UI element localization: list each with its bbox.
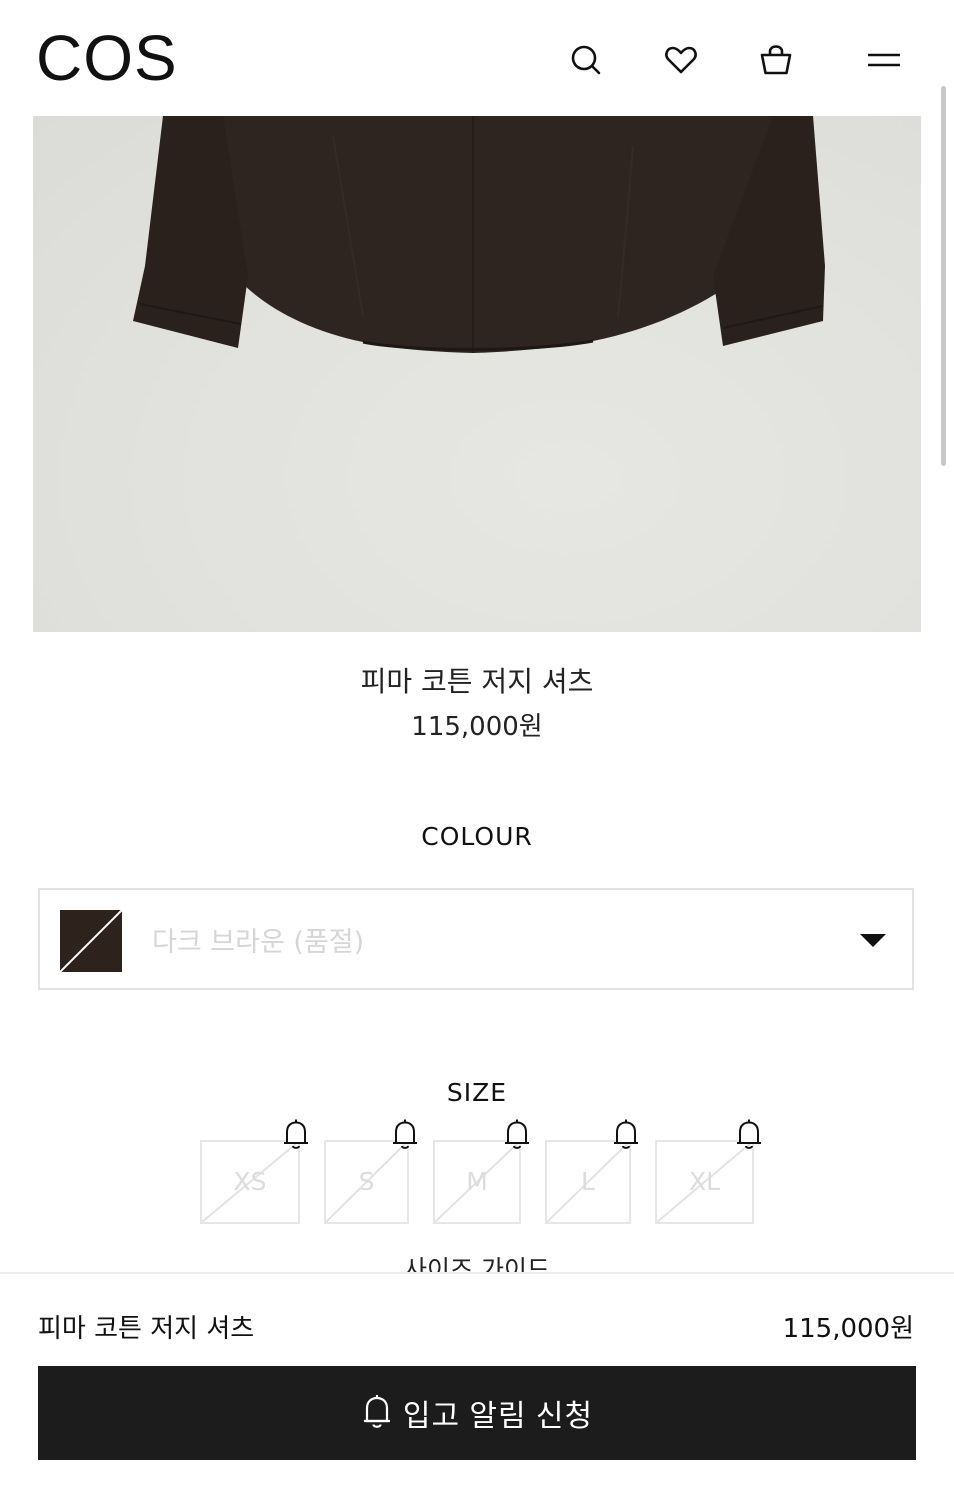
size-option-label: S <box>358 1167 375 1196</box>
colour-selected-value: 다크 브라운 (품절) <box>152 927 365 958</box>
size-option-s[interactable]: S <box>324 1140 409 1224</box>
search-icon[interactable] <box>566 40 606 80</box>
menu-icon[interactable] <box>864 40 904 80</box>
size-option-m[interactable]: M <box>433 1140 521 1224</box>
header: COS <box>0 0 954 116</box>
bottom-product-price: 115,000원 <box>782 1314 914 1344</box>
size-guide-link[interactable]: 사이즈 가이드 <box>0 1250 954 1272</box>
colour-swatch <box>60 910 122 972</box>
restock-notify-label: 입고 알림 신청 <box>402 1400 594 1433</box>
restock-notify-button[interactable]: 입고 알림 신청 <box>38 1366 916 1460</box>
product-name: 피마 코튼 저지 셔츠 <box>360 665 594 698</box>
bell-icon <box>361 1393 393 1434</box>
bell-icon[interactable] <box>611 1118 641 1152</box>
size-option-l[interactable]: L <box>545 1140 631 1224</box>
bottom-product-name: 피마 코튼 저지 셔츠 <box>38 1314 255 1344</box>
chevron-down-icon <box>860 934 886 947</box>
bag-icon[interactable] <box>756 40 796 80</box>
size-option-xl[interactable]: XL <box>655 1140 754 1224</box>
heart-icon[interactable] <box>661 40 701 80</box>
sticky-purchase-bar: 피마 코튼 저지 셔츠 115,000원 입고 알림 신청 <box>0 1272 954 1502</box>
size-option-label: XL <box>688 1167 721 1196</box>
cos-logo[interactable]: COS <box>36 22 178 94</box>
size-option-xs[interactable]: XS <box>200 1140 300 1224</box>
bell-icon[interactable] <box>502 1118 532 1152</box>
product-price: 115,000원 <box>411 712 543 742</box>
page-scrollbar[interactable] <box>941 86 946 466</box>
colour-label: COLOUR <box>421 822 533 851</box>
size-option-label: L <box>581 1167 595 1196</box>
bell-icon[interactable] <box>390 1118 420 1152</box>
size-option-label: XS <box>233 1167 267 1196</box>
size-option-label: M <box>466 1167 488 1196</box>
colour-dropdown[interactable]: 다크 브라운 (품절) <box>38 888 914 990</box>
size-label: SIZE <box>446 1078 508 1107</box>
product-image[interactable] <box>33 116 921 632</box>
bell-icon[interactable] <box>281 1118 311 1152</box>
bell-icon[interactable] <box>734 1118 764 1152</box>
